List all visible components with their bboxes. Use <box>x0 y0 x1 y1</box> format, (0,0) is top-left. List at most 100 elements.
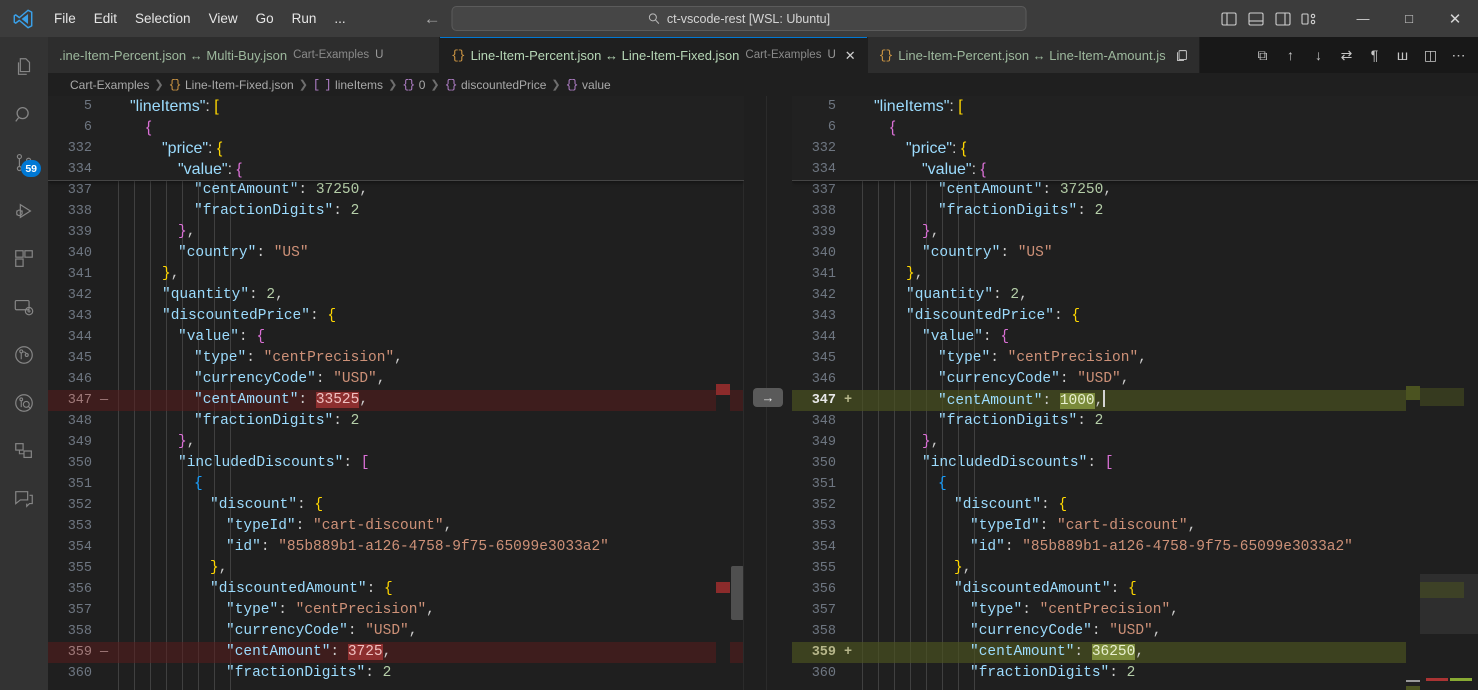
window-maximize-button[interactable]: □ <box>1386 0 1432 37</box>
diff-original-pane[interactable]: 337 "centAmount": 37250, 338 "fractionDigit… <box>48 96 744 690</box>
sidebar-item-git-graph[interactable] <box>0 331 48 379</box>
code-line[interactable]: 350 "includedDiscounts": [ <box>792 453 1478 474</box>
code-line[interactable]: 332 "price": { <box>48 138 744 159</box>
sidebar-item-gitlens[interactable] <box>0 379 48 427</box>
modified-code-content[interactable]: 337 "centAmount": 37250, 338 "fractionDigit… <box>792 96 1478 690</box>
code-line[interactable]: 348 "fractionDigits": 2 <box>792 411 1478 432</box>
toggle-primary-sidebar-icon[interactable] <box>1220 11 1237 26</box>
toggle-panel-icon[interactable] <box>1247 11 1264 26</box>
code-line[interactable]: 347 — "centAmount": 33525, <box>48 390 744 411</box>
quick-search-input[interactable]: ct-vscode-rest [WSL: Ubuntu] <box>451 6 1027 31</box>
code-line[interactable]: 354 "id": "85b889b1-a126-4758-9f75-65099e… <box>48 537 744 558</box>
sidebar-item-source-control[interactable]: 59 <box>0 139 48 187</box>
code-line[interactable]: 351 { <box>48 474 744 495</box>
previous-change-icon[interactable]: ↑ <box>1278 43 1303 68</box>
code-line[interactable]: 342 "quantity": 2, <box>792 285 1478 306</box>
code-line[interactable]: 357 "type": "centPrecision", <box>792 600 1478 621</box>
sidebar-item-explorer[interactable] <box>0 43 48 91</box>
code-line[interactable]: 354 "id": "85b889b1-a126-4758-9f75-65099e… <box>792 537 1478 558</box>
original-sticky-scroll[interactable]: 5 "lineItems": [6{332 "price": {334 "value"… <box>48 96 744 181</box>
breadcrumb-item-discountedprice[interactable]: discountedPrice <box>461 78 546 92</box>
code-line[interactable]: 359 + "centAmount": 36250, <box>792 642 1478 663</box>
swap-sides-icon[interactable]: ⇄ <box>1334 43 1359 68</box>
code-line[interactable]: 6{ <box>48 117 744 138</box>
code-line[interactable]: 360 "fractionDigits": 2 <box>48 663 744 684</box>
code-line[interactable]: 334 "value": { <box>792 159 1478 180</box>
diff-center-gutter[interactable]: → <box>744 96 792 690</box>
split-editor-icon[interactable]: ◫ <box>1418 43 1443 68</box>
open-book-icon[interactable]: ш <box>1390 43 1415 68</box>
code-line[interactable]: 357 "type": "centPrecision", <box>48 600 744 621</box>
original-code-content[interactable]: 337 "centAmount": 37250, 338 "fractionDigit… <box>48 96 744 690</box>
breadcrumb-item-file[interactable]: Line-Item-Fixed.json <box>185 78 294 92</box>
customize-layout-icon[interactable] <box>1301 11 1318 26</box>
code-line[interactable]: 347 + "centAmount": 1000, <box>792 389 1478 411</box>
window-close-button[interactable]: ✕ <box>1432 0 1478 37</box>
code-line[interactable]: 352 "discount": { <box>792 495 1478 516</box>
apply-change-arrow-icon[interactable]: → <box>753 388 783 407</box>
sidebar-item-extensions[interactable] <box>0 235 48 283</box>
code-line[interactable]: 356 "discountedAmount": { <box>48 579 744 600</box>
code-line[interactable]: 339}, <box>792 222 1478 243</box>
menu-run[interactable]: Run <box>284 8 325 29</box>
code-line[interactable]: 339}, <box>48 222 744 243</box>
code-line[interactable]: 338 "fractionDigits": 2 <box>48 201 744 222</box>
code-line[interactable]: 358 "currencyCode": "USD", <box>48 621 744 642</box>
code-line[interactable]: 340 "country": "US" <box>48 243 744 264</box>
code-line[interactable]: 332 "price": { <box>792 138 1478 159</box>
breadcrumb-item-value[interactable]: value <box>582 78 611 92</box>
code-line[interactable]: 341}, <box>48 264 744 285</box>
code-line[interactable]: 352 "discount": { <box>48 495 744 516</box>
tab-line-item-amount-diff[interactable]: {} Line-Item-Percent.json ↔ Line-Item-Am… <box>867 37 1200 73</box>
toggle-secondary-sidebar-icon[interactable] <box>1274 11 1291 26</box>
code-line[interactable]: 345 "type": "centPrecision", <box>48 348 744 369</box>
code-line[interactable]: 350 "includedDiscounts": [ <box>48 453 744 474</box>
code-line[interactable]: 348 "fractionDigits": 2 <box>48 411 744 432</box>
next-change-icon[interactable]: ↓ <box>1306 43 1331 68</box>
code-line[interactable]: 358 "currencyCode": "USD", <box>792 621 1478 642</box>
code-line[interactable]: 341}, <box>792 264 1478 285</box>
menu-edit[interactable]: Edit <box>86 8 125 29</box>
code-line[interactable]: 349}, <box>48 432 744 453</box>
code-line[interactable]: 353 "typeId": "cart-discount", <box>792 516 1478 537</box>
code-line[interactable]: 346 "currencyCode": "USD", <box>48 369 744 390</box>
close-icon[interactable]: ✕ <box>845 49 856 62</box>
code-line[interactable]: 346 "currencyCode": "USD", <box>792 369 1478 390</box>
code-line[interactable]: 355}, <box>792 558 1478 579</box>
window-minimize-button[interactable]: — <box>1340 0 1386 37</box>
modified-minimap[interactable] <box>1420 96 1478 690</box>
breadcrumb-item-lineitems[interactable]: lineItems <box>335 78 383 92</box>
code-line[interactable]: 343 "discountedPrice": { <box>792 306 1478 327</box>
code-line[interactable]: 356 "discountedAmount": { <box>792 579 1478 600</box>
menu-file[interactable]: File <box>46 8 84 29</box>
menu-view[interactable]: View <box>201 8 246 29</box>
code-line[interactable]: 5 "lineItems": [ <box>792 96 1478 117</box>
sidebar-item-search[interactable] <box>0 91 48 139</box>
menu-more[interactable]: ... <box>326 8 353 29</box>
sidebar-item-chat[interactable] <box>0 475 48 523</box>
more-actions-icon[interactable]: ⋯ <box>1446 43 1471 68</box>
tab-multi-buy-diff[interactable]: .ine-Item-Percent.json ↔ Multi-Buy.json … <box>48 37 440 73</box>
menu-go[interactable]: Go <box>248 8 282 29</box>
code-line[interactable]: 360 "fractionDigits": 2 <box>792 663 1478 684</box>
code-line[interactable]: 349}, <box>792 432 1478 453</box>
code-line[interactable]: 355}, <box>48 558 744 579</box>
code-line[interactable]: 6{ <box>792 117 1478 138</box>
code-line[interactable]: 345 "type": "centPrecision", <box>792 348 1478 369</box>
menu-selection[interactable]: Selection <box>127 8 199 29</box>
code-line[interactable]: 353 "typeId": "cart-discount", <box>48 516 744 537</box>
render-whitespace-icon[interactable]: ¶ <box>1362 43 1387 68</box>
code-line[interactable]: 342 "quantity": 2, <box>48 285 744 306</box>
code-line[interactable]: 344 "value": { <box>792 327 1478 348</box>
sidebar-item-testing[interactable] <box>0 427 48 475</box>
code-line[interactable]: 344 "value": { <box>48 327 744 348</box>
modified-overview-ruler[interactable] <box>1406 96 1420 690</box>
code-line[interactable]: 5 "lineItems": [ <box>48 96 744 117</box>
code-line[interactable]: 334 "value": { <box>48 159 744 180</box>
new-file-icon[interactable]: ⧉ <box>1250 43 1275 68</box>
code-line[interactable]: 359 — "centAmount": 3725, <box>48 642 744 663</box>
code-line[interactable]: 337 "centAmount": 37250, <box>48 180 744 201</box>
tab-line-item-fixed-diff[interactable]: {} Line-Item-Percent.json ↔ Line-Item-Fi… <box>440 37 868 73</box>
split-copy-icon[interactable] <box>1175 49 1188 62</box>
sidebar-item-remote-explorer[interactable] <box>0 283 48 331</box>
